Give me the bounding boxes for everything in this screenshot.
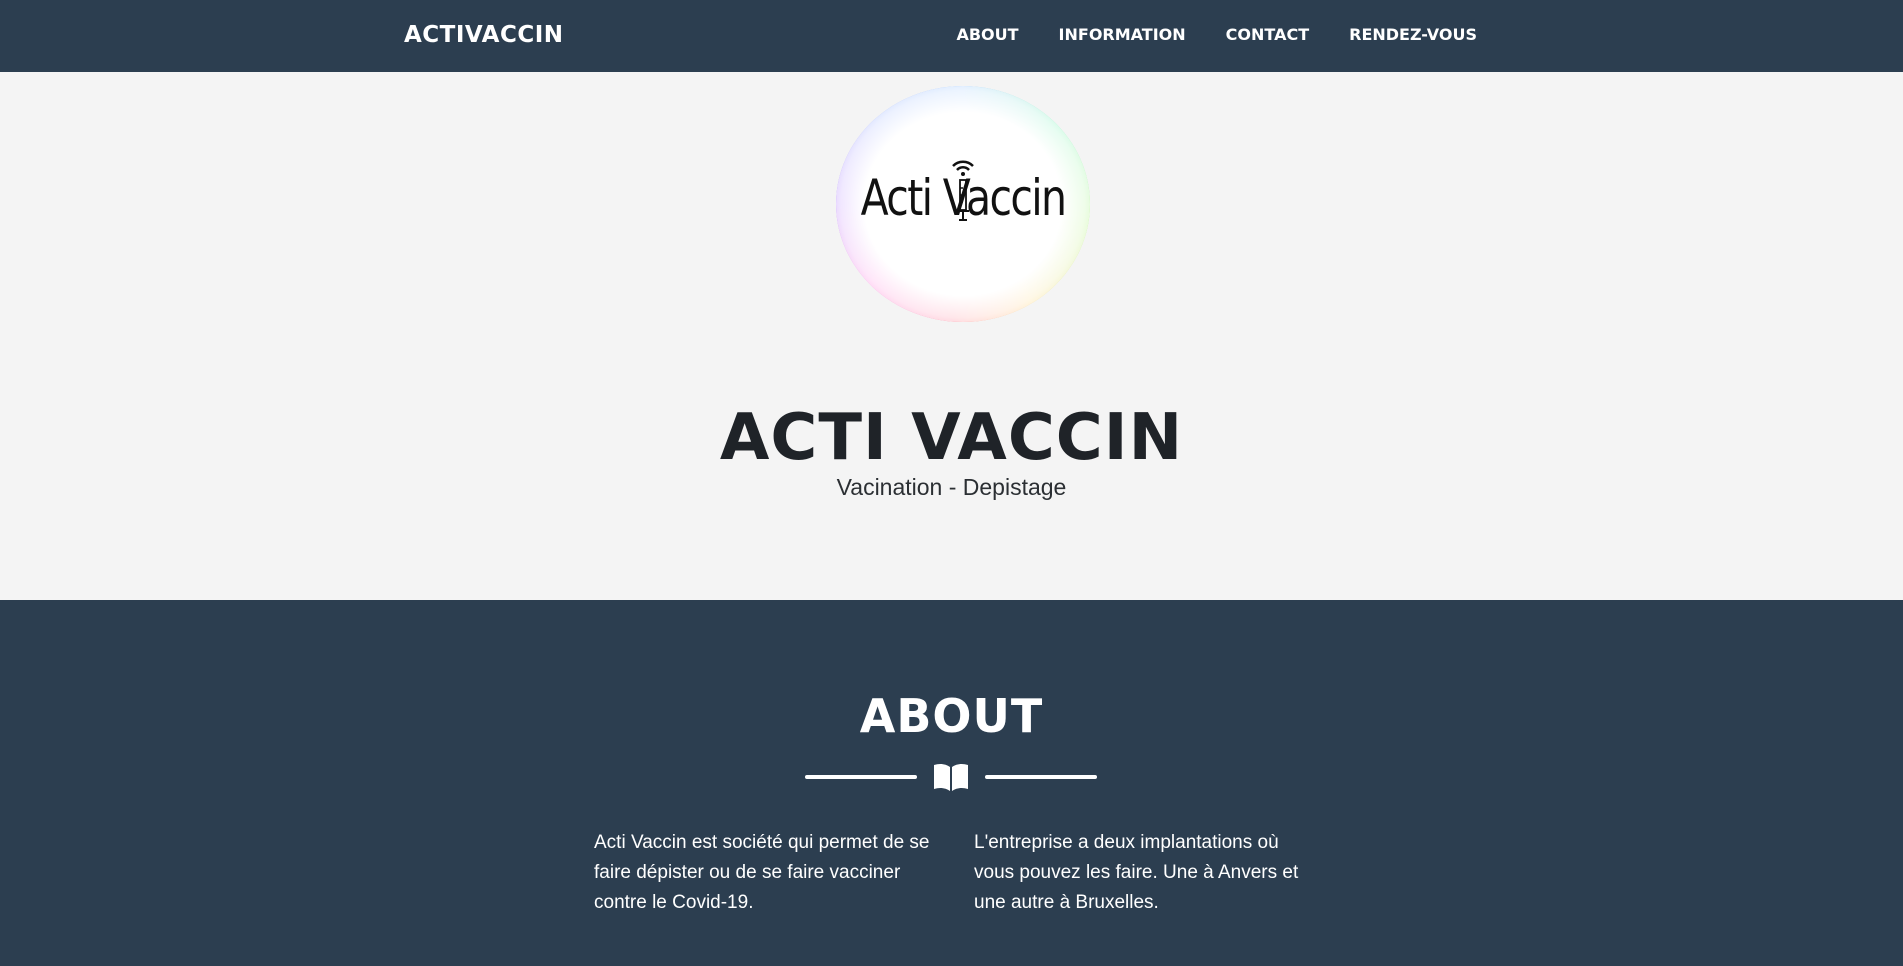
about-title: ABOUT	[859, 689, 1044, 743]
book-open-icon	[934, 763, 968, 791]
about-text-right: L'entreprise a deux implantations où vou…	[974, 832, 1299, 913]
syringe-wifi-icon	[952, 160, 974, 221]
page-subtitle: Vacination - Depistage	[836, 474, 1067, 500]
nav-links: ABOUT INFORMATION CONTACT RENDEZ-VOUS	[956, 24, 1477, 46]
logo: Acti Vaccin	[836, 86, 1090, 322]
brand-link[interactable]: ACTIVACCIN	[404, 20, 564, 50]
section-divider	[805, 762, 1097, 792]
about-section: ABOUT Acti Vaccin est société qui permet…	[0, 600, 1903, 966]
masthead: Acti Vaccin ACTI VACCIN Vacination - Dep…	[0, 72, 1903, 600]
about-text-left: Acti Vaccin est société qui permet de se…	[594, 832, 930, 913]
divider-line-right	[985, 775, 1097, 779]
nav-link-rendez-vous[interactable]: RENDEZ-VOUS	[1349, 24, 1477, 46]
nav-link-contact[interactable]: CONTACT	[1226, 24, 1309, 46]
divider-line-left	[805, 775, 917, 779]
page-title: ACTI VACCIN	[719, 401, 1184, 475]
nav-link-information[interactable]: INFORMATION	[1059, 24, 1186, 46]
navbar: ACTIVACCIN ABOUT INFORMATION CONTACT REN…	[0, 0, 1903, 72]
nav-link-about[interactable]: ABOUT	[956, 24, 1018, 46]
